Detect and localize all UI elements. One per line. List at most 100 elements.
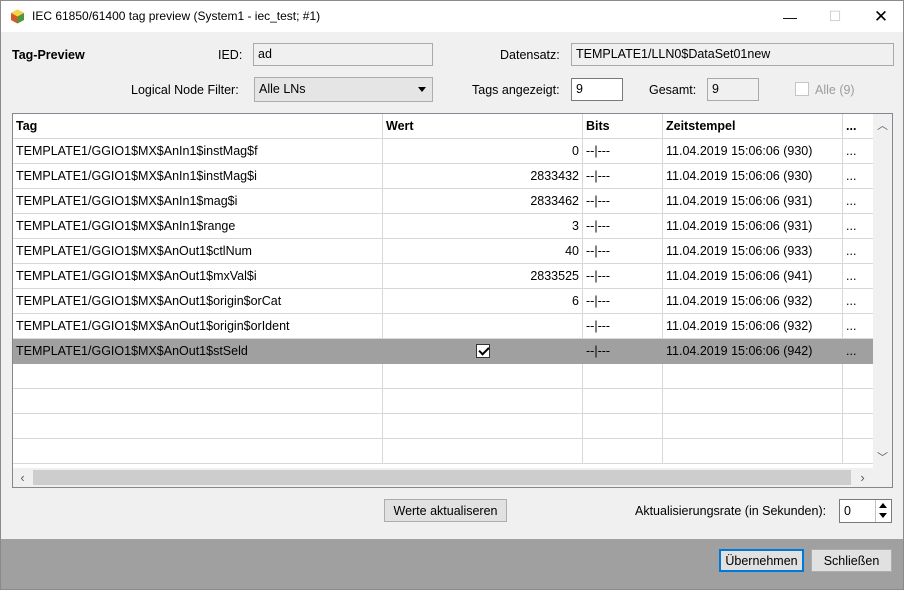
maximize-button[interactable]: ☐ [812,1,858,32]
bits-cell[interactable]: --|--- [583,289,663,314]
column-header-timestamp[interactable]: Zeitstempel [663,114,843,139]
tag-cell[interactable]: TEMPLATE1/GGIO1$MX$AnIn1$instMag$f [13,139,383,164]
value-cell[interactable]: 6 [383,289,583,314]
scroll-up-icon[interactable]: ︿ [874,116,891,133]
empty-cell [663,414,843,439]
empty-cell [583,389,663,414]
table-row[interactable]: TEMPLATE1/GGIO1$MX$AnOut1$stSeld --|--- 11… [13,339,873,364]
timestamp-cell[interactable]: 11.04.2019 15:06:06 (942) [663,339,843,364]
timestamp-cell[interactable]: 11.04.2019 15:06:06 (933) [663,239,843,264]
dataset-label: Datensatz: [500,48,560,62]
tag-cell[interactable]: TEMPLATE1/GGIO1$MX$AnOut1$mxVal$i [13,264,383,289]
timestamp-cell[interactable]: 11.04.2019 15:06:06 (932) [663,289,843,314]
total-label: Gesamt: [649,83,697,97]
all-checkbox[interactable] [795,82,809,96]
horizontal-scrollbar[interactable]: ‹ › [13,468,873,487]
tag-cell[interactable]: TEMPLATE1/GGIO1$MX$AnOut1$ctlNum [13,239,383,264]
value-cell[interactable]: 2833432 [383,164,583,189]
more-cell[interactable]: ... [843,164,873,189]
value-cell[interactable]: 2833462 [383,189,583,214]
bits-cell[interactable]: --|--- [583,339,663,364]
tag-cell[interactable]: TEMPLATE1/GGIO1$MX$AnIn1$instMag$i [13,164,383,189]
scroll-right-icon[interactable]: › [854,469,871,486]
timestamp-cell[interactable]: 11.04.2019 15:06:06 (930) [663,139,843,164]
column-header-more[interactable]: ... [843,114,873,139]
bits-cell[interactable]: --|--- [583,164,663,189]
logical-node-filter-select[interactable]: Alle LNs [254,77,433,102]
table-row[interactable]: TEMPLATE1/GGIO1$MX$AnIn1$instMag$f 0 --|--… [13,139,873,164]
table-row[interactable]: TEMPLATE1/GGIO1$MX$AnOut1$origin$orIdent… [13,314,873,339]
bits-cell[interactable]: --|--- [583,239,663,264]
value-cell[interactable] [383,339,583,364]
all-checkbox-label: Alle (9) [815,83,855,97]
empty-table-row [13,389,873,414]
tags-shown-input[interactable]: 9 [571,78,623,101]
more-cell[interactable]: ... [843,239,873,264]
value-cell[interactable]: 2833525 [383,264,583,289]
timestamp-cell[interactable]: 11.04.2019 15:06:06 (932) [663,314,843,339]
window-title: IEC 61850/61400 tag preview (System1 - i… [32,9,321,23]
empty-table-row [13,364,873,389]
value-checkbox[interactable] [475,343,490,358]
tag-cell[interactable]: TEMPLATE1/GGIO1$MX$AnOut1$origin$orIdent [13,314,383,339]
bits-cell[interactable]: --|--- [583,189,663,214]
tag-cell[interactable]: TEMPLATE1/GGIO1$MX$AnOut1$stSeld [13,339,383,364]
empty-cell [663,439,843,464]
table-row[interactable]: TEMPLATE1/GGIO1$MX$AnOut1$ctlNum 40 --|---… [13,239,873,264]
empty-cell [13,414,383,439]
section-title: Tag-Preview [12,48,85,62]
scroll-down-icon[interactable]: ﹀ [874,448,891,465]
empty-cell [383,439,583,464]
horizontal-scroll-thumb[interactable] [33,470,851,485]
column-header-tag[interactable]: Tag [13,114,383,139]
scroll-left-icon[interactable]: ‹ [14,469,31,486]
more-cell[interactable]: ... [843,214,873,239]
empty-cell [663,389,843,414]
table-row[interactable]: TEMPLATE1/GGIO1$MX$AnIn1$instMag$i 283343… [13,164,873,189]
more-cell[interactable]: ... [843,339,873,364]
more-cell[interactable]: ... [843,314,873,339]
timestamp-cell[interactable]: 11.04.2019 15:06:06 (931) [663,214,843,239]
apply-button[interactable]: Übernehmen [719,549,804,572]
bits-cell[interactable]: --|--- [583,139,663,164]
timestamp-cell[interactable]: 11.04.2019 15:06:06 (931) [663,189,843,214]
tag-cell[interactable]: TEMPLATE1/GGIO1$MX$AnIn1$mag$i [13,189,383,214]
ied-field[interactable]: ad [253,43,433,66]
empty-cell [583,364,663,389]
spinner-buttons[interactable] [875,500,891,522]
value-cell[interactable]: 40 [383,239,583,264]
close-button[interactable]: Schließen [811,549,892,572]
refresh-rate-spinner[interactable]: 0 [839,499,892,523]
timestamp-cell[interactable]: 11.04.2019 15:06:06 (930) [663,164,843,189]
vertical-scrollbar[interactable]: ︿ ﹀ [873,114,892,468]
bits-cell[interactable]: --|--- [583,314,663,339]
dataset-field[interactable]: TEMPLATE1/LLN0$DataSet01new [571,43,894,66]
tag-cell[interactable]: TEMPLATE1/GGIO1$MX$AnIn1$range [13,214,383,239]
timestamp-cell[interactable]: 11.04.2019 15:06:06 (941) [663,264,843,289]
empty-cell [383,364,583,389]
more-cell[interactable]: ... [843,264,873,289]
empty-cell [583,414,663,439]
value-cell[interactable]: 0 [383,139,583,164]
more-cell[interactable]: ... [843,139,873,164]
spin-down-icon[interactable] [879,513,887,518]
bits-cell[interactable]: --|--- [583,264,663,289]
value-cell[interactable] [383,314,583,339]
empty-cell [13,439,383,464]
more-cell[interactable]: ... [843,189,873,214]
refresh-values-button[interactable]: Werte aktualiseren [384,499,507,522]
minimize-button[interactable]: — [767,1,813,32]
column-header-bits[interactable]: Bits [583,114,663,139]
spin-up-icon[interactable] [879,503,887,508]
value-cell[interactable]: 3 [383,214,583,239]
tag-cell[interactable]: TEMPLATE1/GGIO1$MX$AnOut1$origin$orCat [13,289,383,314]
bits-cell[interactable]: --|--- [583,214,663,239]
more-cell[interactable]: ... [843,289,873,314]
column-header-value[interactable]: Wert [383,114,583,139]
table-row[interactable]: TEMPLATE1/GGIO1$MX$AnOut1$origin$orCat 6-… [13,289,873,314]
table-row[interactable]: TEMPLATE1/GGIO1$MX$AnIn1$range 3 --|--- 11.… [13,214,873,239]
dialog-window: IEC 61850/61400 tag preview (System1 - i… [0,0,904,590]
close-window-button[interactable]: ✕ [858,1,904,32]
table-row[interactable]: TEMPLATE1/GGIO1$MX$AnOut1$mxVal$i 2833525… [13,264,873,289]
table-row[interactable]: TEMPLATE1/GGIO1$MX$AnIn1$mag$i 2833462 --|… [13,189,873,214]
